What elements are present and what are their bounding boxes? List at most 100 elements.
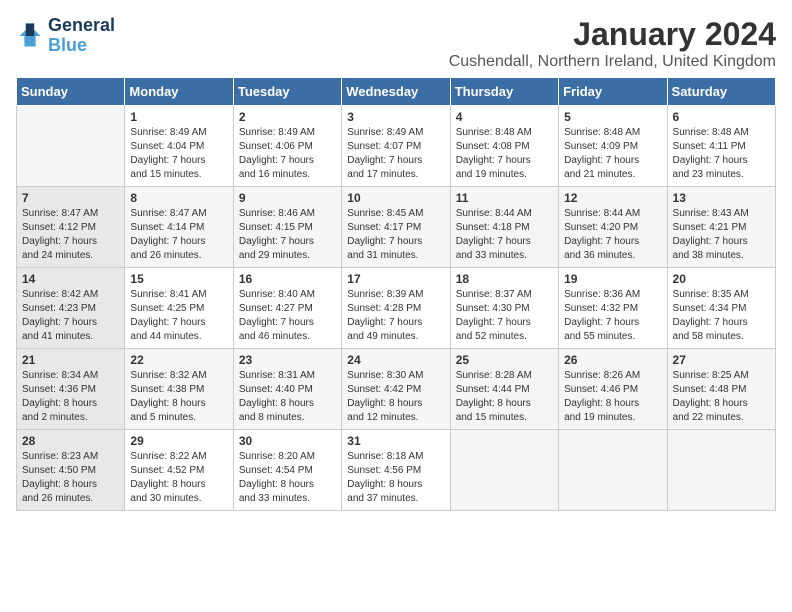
day-number: 19 bbox=[564, 272, 661, 286]
day-info: Sunrise: 8:20 AM Sunset: 4:54 PM Dayligh… bbox=[239, 450, 336, 506]
calendar-cell: 15 Sunrise: 8:41 AM Sunset: 4:25 PM Dayli… bbox=[125, 268, 233, 349]
calendar-cell: 9 Sunrise: 8:46 AM Sunset: 4:15 PM Daylig… bbox=[233, 187, 341, 268]
day-info: Sunrise: 8:28 AM Sunset: 4:44 PM Dayligh… bbox=[456, 369, 553, 425]
logo-text: General Blue bbox=[48, 16, 115, 56]
day-number: 27 bbox=[673, 353, 770, 367]
calendar-cell: 2 Sunrise: 8:49 AM Sunset: 4:06 PM Daylig… bbox=[233, 106, 341, 187]
day-number: 29 bbox=[130, 434, 227, 448]
title-area: January 2024 Cushendall, Northern Irelan… bbox=[449, 16, 776, 71]
calendar-cell: 17 Sunrise: 8:39 AM Sunset: 4:28 PM Dayli… bbox=[342, 268, 450, 349]
day-number: 7 bbox=[22, 191, 119, 205]
day-number: 2 bbox=[239, 110, 336, 124]
header-wednesday: Wednesday bbox=[342, 78, 450, 106]
day-info: Sunrise: 8:40 AM Sunset: 4:27 PM Dayligh… bbox=[239, 288, 336, 344]
day-info: Sunrise: 8:30 AM Sunset: 4:42 PM Dayligh… bbox=[347, 369, 444, 425]
calendar-cell: 8Sunrise: 8:47 AM Sunset: 4:14 PM Daylig… bbox=[125, 187, 233, 268]
header-friday: Friday bbox=[559, 78, 667, 106]
day-number: 13 bbox=[673, 191, 770, 205]
day-info: Sunrise: 8:39 AM Sunset: 4:28 PM Dayligh… bbox=[347, 288, 444, 344]
calendar-cell: 13 Sunrise: 8:43 AM Sunset: 4:21 PM Dayli… bbox=[667, 187, 775, 268]
logo: General Blue bbox=[16, 16, 115, 56]
day-info: Sunrise: 8:25 AM Sunset: 4:48 PM Dayligh… bbox=[673, 369, 770, 425]
day-info: Sunrise: 8:48 AM Sunset: 4:08 PM Dayligh… bbox=[456, 126, 553, 182]
calendar-week-row: 14 Sunrise: 8:42 AM Sunset: 4:23 PM Dayli… bbox=[17, 268, 776, 349]
calendar-cell: 4 Sunrise: 8:48 AM Sunset: 4:08 PM Daylig… bbox=[450, 106, 558, 187]
day-info: Sunrise: 8:49 AM Sunset: 4:06 PM Dayligh… bbox=[239, 126, 336, 182]
calendar-cell bbox=[559, 430, 667, 511]
calendar-cell: 29 Sunrise: 8:22 AM Sunset: 4:52 PM Dayli… bbox=[125, 430, 233, 511]
day-info: Sunrise: 8:26 AM Sunset: 4:46 PM Dayligh… bbox=[564, 369, 661, 425]
logo-icon bbox=[16, 22, 44, 50]
day-number: 4 bbox=[456, 110, 553, 124]
calendar-cell: 1Sunrise: 8:49 AM Sunset: 4:04 PM Daylig… bbox=[125, 106, 233, 187]
day-number: 14 bbox=[22, 272, 119, 286]
day-number: 25 bbox=[456, 353, 553, 367]
day-number: 24 bbox=[347, 353, 444, 367]
header-saturday: Saturday bbox=[667, 78, 775, 106]
day-info: Sunrise: 8:22 AM Sunset: 4:52 PM Dayligh… bbox=[130, 450, 227, 506]
logo-line1: General bbox=[48, 16, 115, 36]
calendar-cell: 12 Sunrise: 8:44 AM Sunset: 4:20 PM Dayli… bbox=[559, 187, 667, 268]
day-number: 28 bbox=[22, 434, 119, 448]
calendar-cell: 11 Sunrise: 8:44 AM Sunset: 4:18 PM Dayli… bbox=[450, 187, 558, 268]
calendar-cell: 26 Sunrise: 8:26 AM Sunset: 4:46 PM Dayli… bbox=[559, 349, 667, 430]
day-number: 15 bbox=[130, 272, 227, 286]
header-sunday: Sunday bbox=[17, 78, 125, 106]
day-info: Sunrise: 8:41 AM Sunset: 4:25 PM Dayligh… bbox=[130, 288, 227, 344]
day-info: Sunrise: 8:47 AM Sunset: 4:12 PM Dayligh… bbox=[22, 207, 119, 263]
day-number: 10 bbox=[347, 191, 444, 205]
day-info: Sunrise: 8:44 AM Sunset: 4:20 PM Dayligh… bbox=[564, 207, 661, 263]
calendar-cell: 19 Sunrise: 8:36 AM Sunset: 4:32 PM Dayli… bbox=[559, 268, 667, 349]
header-monday: Monday bbox=[125, 78, 233, 106]
day-info: Sunrise: 8:18 AM Sunset: 4:56 PM Dayligh… bbox=[347, 450, 444, 506]
day-number: 9 bbox=[239, 191, 336, 205]
calendar-cell bbox=[17, 106, 125, 187]
day-number: 16 bbox=[239, 272, 336, 286]
day-number: 12 bbox=[564, 191, 661, 205]
calendar-cell: 10Sunrise: 8:45 AM Sunset: 4:17 PM Dayli… bbox=[342, 187, 450, 268]
day-number: 18 bbox=[456, 272, 553, 286]
day-info: Sunrise: 8:32 AM Sunset: 4:38 PM Dayligh… bbox=[130, 369, 227, 425]
day-info: Sunrise: 8:36 AM Sunset: 4:32 PM Dayligh… bbox=[564, 288, 661, 344]
day-number: 5 bbox=[564, 110, 661, 124]
calendar-cell: 30Sunrise: 8:20 AM Sunset: 4:54 PM Dayli… bbox=[233, 430, 341, 511]
calendar-cell: 31Sunrise: 8:18 AM Sunset: 4:56 PM Dayli… bbox=[342, 430, 450, 511]
calendar-cell bbox=[667, 430, 775, 511]
month-title: January 2024 bbox=[449, 16, 776, 53]
calendar-cell: 23Sunrise: 8:31 AM Sunset: 4:40 PM Dayli… bbox=[233, 349, 341, 430]
calendar-cell: 24 Sunrise: 8:30 AM Sunset: 4:42 PM Dayli… bbox=[342, 349, 450, 430]
calendar-cell: 18 Sunrise: 8:37 AM Sunset: 4:30 PM Dayli… bbox=[450, 268, 558, 349]
day-number: 20 bbox=[673, 272, 770, 286]
calendar-cell: 28Sunrise: 8:23 AM Sunset: 4:50 PM Dayli… bbox=[17, 430, 125, 511]
day-number: 8 bbox=[130, 191, 227, 205]
calendar-cell: 25 Sunrise: 8:28 AM Sunset: 4:44 PM Dayli… bbox=[450, 349, 558, 430]
header-thursday: Thursday bbox=[450, 78, 558, 106]
calendar-header-row: SundayMondayTuesdayWednesdayThursdayFrid… bbox=[17, 78, 776, 106]
day-number: 26 bbox=[564, 353, 661, 367]
calendar-week-row: 28Sunrise: 8:23 AM Sunset: 4:50 PM Dayli… bbox=[17, 430, 776, 511]
day-info: Sunrise: 8:46 AM Sunset: 4:15 PM Dayligh… bbox=[239, 207, 336, 263]
calendar-week-row: 1Sunrise: 8:49 AM Sunset: 4:04 PM Daylig… bbox=[17, 106, 776, 187]
calendar-week-row: 21Sunrise: 8:34 AM Sunset: 4:36 PM Dayli… bbox=[17, 349, 776, 430]
header-tuesday: Tuesday bbox=[233, 78, 341, 106]
day-info: Sunrise: 8:37 AM Sunset: 4:30 PM Dayligh… bbox=[456, 288, 553, 344]
day-info: Sunrise: 8:48 AM Sunset: 4:11 PM Dayligh… bbox=[673, 126, 770, 182]
day-info: Sunrise: 8:31 AM Sunset: 4:40 PM Dayligh… bbox=[239, 369, 336, 425]
calendar-cell: 21Sunrise: 8:34 AM Sunset: 4:36 PM Dayli… bbox=[17, 349, 125, 430]
calendar-cell: 27 Sunrise: 8:25 AM Sunset: 4:48 PM Dayli… bbox=[667, 349, 775, 430]
location-subtitle: Cushendall, Northern Ireland, United Kin… bbox=[449, 53, 776, 71]
calendar-cell: 14 Sunrise: 8:42 AM Sunset: 4:23 PM Dayli… bbox=[17, 268, 125, 349]
calendar-week-row: 7 Sunrise: 8:47 AM Sunset: 4:12 PM Daylig… bbox=[17, 187, 776, 268]
calendar-cell: 6Sunrise: 8:48 AM Sunset: 4:11 PM Daylig… bbox=[667, 106, 775, 187]
day-info: Sunrise: 8:44 AM Sunset: 4:18 PM Dayligh… bbox=[456, 207, 553, 263]
day-number: 21 bbox=[22, 353, 119, 367]
calendar-cell: 5 Sunrise: 8:48 AM Sunset: 4:09 PM Daylig… bbox=[559, 106, 667, 187]
day-info: Sunrise: 8:42 AM Sunset: 4:23 PM Dayligh… bbox=[22, 288, 119, 344]
day-number: 11 bbox=[456, 191, 553, 205]
day-info: Sunrise: 8:49 AM Sunset: 4:07 PM Dayligh… bbox=[347, 126, 444, 182]
calendar-cell: 3Sunrise: 8:49 AM Sunset: 4:07 PM Daylig… bbox=[342, 106, 450, 187]
day-info: Sunrise: 8:48 AM Sunset: 4:09 PM Dayligh… bbox=[564, 126, 661, 182]
day-info: Sunrise: 8:43 AM Sunset: 4:21 PM Dayligh… bbox=[673, 207, 770, 263]
calendar-cell: 16 Sunrise: 8:40 AM Sunset: 4:27 PM Dayli… bbox=[233, 268, 341, 349]
day-number: 17 bbox=[347, 272, 444, 286]
